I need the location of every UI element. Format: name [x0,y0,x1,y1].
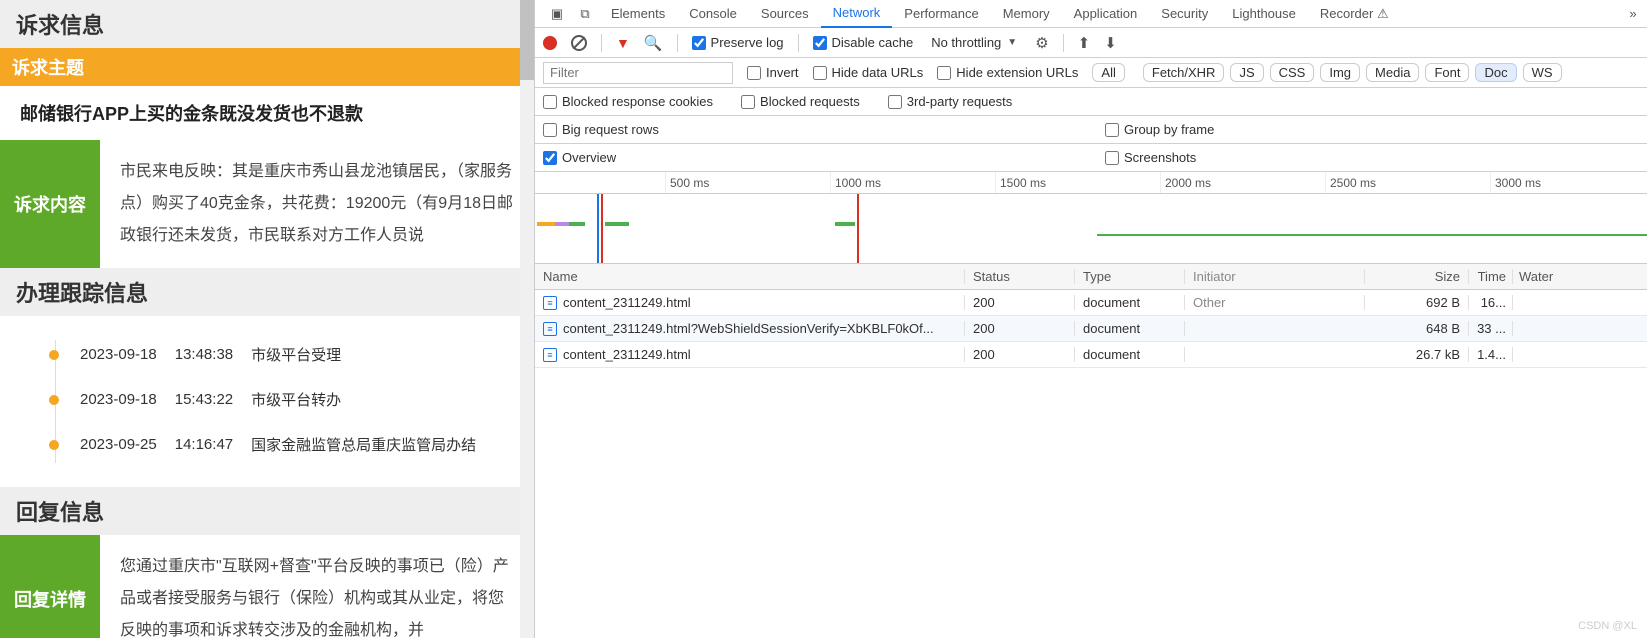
third-party-checkbox[interactable]: 3rd-party requests [888,94,1013,109]
tab-elements[interactable]: Elements [599,0,677,28]
timeline-item: 2023-09-1815:43:22市级平台转办 [50,377,494,422]
resource-type-pills: All Fetch/XHR JS CSS Img Media Font Doc … [1092,63,1561,82]
col-time[interactable]: Time [1469,269,1513,284]
section-appeal-info: 诉求信息 [0,0,534,48]
reply-content-text: 您通过重庆市"互联网+督查"平台反映的事项已（险）产品或者接受服务与银行（保险）… [100,535,534,638]
appeal-subject-header: 诉求主题 [0,48,534,86]
network-filter-row2: Blocked response cookies Blocked request… [535,88,1647,116]
pill-ws[interactable]: WS [1523,63,1562,82]
invert-checkbox[interactable]: Invert [747,65,799,80]
overview-ruler[interactable]: 500 ms 1000 ms 1500 ms 2000 ms 2500 ms 3… [535,172,1647,194]
network-options-row2: Overview Screenshots [535,144,1647,172]
clear-icon[interactable] [571,35,587,51]
filter-icon[interactable]: ▼ [616,35,630,51]
appeal-content-label: 诉求内容 [0,140,100,268]
timeline-item: 2023-09-1813:48:38市级平台受理 [50,332,494,377]
tracking-timeline: 2023-09-1813:48:38市级平台受理 2023-09-1815:43… [0,316,534,487]
section-tracking: 办理跟踪信息 [0,268,534,316]
tab-network[interactable]: Network [821,0,893,28]
device-icon[interactable]: ⧉ [571,0,599,28]
more-tabs-icon[interactable]: » [1619,0,1647,28]
tab-lighthouse[interactable]: Lighthouse [1220,0,1308,28]
network-options-row: Big request rows Group by frame [535,116,1647,144]
filter-input[interactable] [543,62,733,84]
overview-checkbox[interactable]: Overview [543,150,616,165]
watermark: CSDN @XL [1578,620,1637,632]
inspect-icon[interactable]: ▣ [543,0,571,28]
tab-security[interactable]: Security [1149,0,1220,28]
table-row[interactable]: ≡content_2311249.html?WebShieldSessionVe… [535,316,1647,342]
record-icon[interactable] [543,36,557,50]
document-icon: ≡ [543,296,557,310]
col-waterfall[interactable]: Water [1513,269,1647,284]
big-rows-checkbox[interactable]: Big request rows [543,122,659,137]
export-har-icon[interactable]: ⬆ [1078,34,1091,52]
disable-cache-checkbox[interactable]: Disable cache [813,35,914,50]
pill-media[interactable]: Media [1366,63,1419,82]
overview-chart[interactable] [535,194,1647,264]
pill-fetch-xhr[interactable]: Fetch/XHR [1143,63,1225,82]
chevron-down-icon: ▼ [1007,37,1017,48]
devtools-panel: ▣ ⧉ Elements Console Sources Network Per… [534,0,1647,638]
pill-doc[interactable]: Doc [1475,63,1516,82]
search-icon[interactable]: 🔍 [644,34,663,52]
col-status[interactable]: Status [965,269,1075,284]
pill-font[interactable]: Font [1425,63,1469,82]
tab-recorder[interactable]: Recorder ⚠ [1308,0,1401,28]
col-type[interactable]: Type [1075,269,1185,284]
tab-memory[interactable]: Memory [991,0,1062,28]
tab-performance[interactable]: Performance [892,0,990,28]
import-har-icon[interactable]: ⬇ [1104,34,1117,52]
webpage-content: 诉求信息 诉求主题 邮储银行APP上买的金条既没发货也不退款 诉求内容 市民来电… [0,0,534,638]
preserve-log-checkbox[interactable]: Preserve log [692,35,784,50]
section-reply: 回复信息 [0,487,534,535]
blocked-cookies-checkbox[interactable]: Blocked response cookies [543,94,713,109]
col-initiator[interactable]: Initiator [1185,269,1365,284]
network-filter-bar: Invert Hide data URLs Hide extension URL… [535,58,1647,88]
appeal-subject-text: 邮储银行APP上买的金条既没发货也不退款 [0,86,534,140]
document-icon: ≡ [543,322,557,336]
pill-js[interactable]: JS [1230,63,1263,82]
col-name[interactable]: Name [535,269,965,284]
hide-data-urls-checkbox[interactable]: Hide data URLs [813,65,924,80]
screenshots-checkbox[interactable]: Screenshots [1105,150,1196,165]
throttling-select[interactable]: No throttling▼ [927,35,1021,50]
pill-all[interactable]: All [1092,63,1124,82]
col-size[interactable]: Size [1365,269,1469,284]
hide-extension-urls-checkbox[interactable]: Hide extension URLs [937,65,1078,80]
tab-sources[interactable]: Sources [749,0,821,28]
pill-img[interactable]: Img [1320,63,1360,82]
table-row[interactable]: ≡content_2311249.html 200 document 26.7 … [535,342,1647,368]
devtools-tabs: ▣ ⧉ Elements Console Sources Network Per… [535,0,1647,28]
appeal-content-text: 市民来电反映：其是重庆市秀山县龙池镇居民，（家服务点）购买了40克金条，共花费：… [100,140,534,268]
table-header: Name Status Type Initiator Size Time Wat… [535,264,1647,290]
group-frame-checkbox[interactable]: Group by frame [1105,122,1214,137]
table-row[interactable]: ≡content_2311249.html 200 document Other… [535,290,1647,316]
network-request-table: Name Status Type Initiator Size Time Wat… [535,264,1647,638]
scrollbar[interactable] [520,0,534,638]
tab-application[interactable]: Application [1062,0,1150,28]
tab-console[interactable]: Console [677,0,749,28]
blocked-requests-checkbox[interactable]: Blocked requests [741,94,860,109]
document-icon: ≡ [543,348,557,362]
timeline-item: 2023-09-2514:16:47国家金融监管总局重庆监管局办结 [50,422,494,467]
network-toolbar: ▼ 🔍 Preserve log Disable cache No thrott… [535,28,1647,58]
pill-css[interactable]: CSS [1270,63,1315,82]
network-conditions-icon[interactable]: ⚙ [1035,34,1048,52]
reply-detail-label: 回复详情 [0,535,100,638]
